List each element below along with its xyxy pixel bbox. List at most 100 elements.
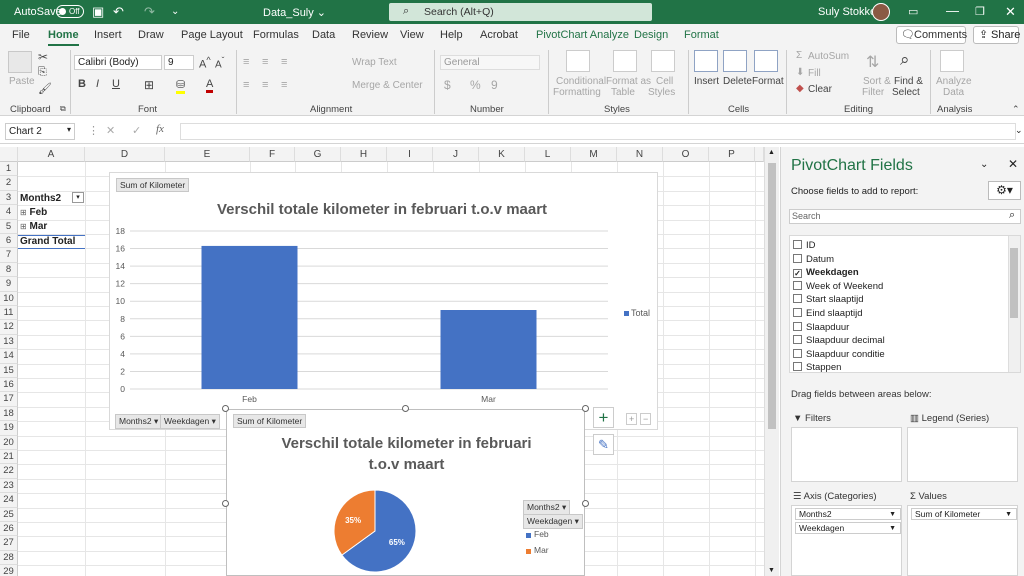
row-header[interactable]: 4: [0, 205, 18, 220]
customize-qat-icon[interactable]: ⌄: [171, 6, 179, 17]
row-header[interactable]: 26: [0, 522, 18, 537]
row-header[interactable]: 9: [0, 277, 18, 292]
italic-icon[interactable]: I: [96, 78, 99, 90]
format-cells-icon[interactable]: [754, 50, 778, 72]
field-item[interactable]: Slaapduur: [793, 321, 849, 335]
column-header[interactable]: E: [165, 147, 250, 162]
cell-months2[interactable]: Months2: [20, 192, 61, 205]
fill-color-icon[interactable]: ⛁: [176, 78, 186, 94]
conditional-formatting-button[interactable]: Conditional: [556, 76, 606, 87]
autosum-icon[interactable]: Σ: [796, 50, 802, 61]
collapse-field-icon[interactable]: −: [640, 413, 652, 425]
field-item[interactable]: Eind slaaptijd: [793, 307, 863, 321]
checkbox[interactable]: [793, 335, 802, 345]
column-header[interactable]: M: [571, 147, 617, 162]
scroll-down-icon[interactable]: ▼: [768, 567, 775, 574]
name-box-dropdown-icon[interactable]: ▾: [67, 125, 71, 134]
paste-button[interactable]: Paste: [9, 76, 35, 87]
ribbon-display-icon[interactable]: ▭: [908, 5, 918, 18]
row-header[interactable]: 2: [0, 176, 18, 191]
legend-total[interactable]: Total: [631, 308, 650, 318]
number-format-select[interactable]: General: [440, 55, 540, 70]
resize-handle[interactable]: [402, 405, 409, 412]
expand-formula-icon[interactable]: ⌄: [1015, 125, 1023, 136]
dropdown-icon[interactable]: ▼: [889, 509, 896, 520]
months2-legend-button[interactable]: Months2 ▾: [523, 500, 571, 515]
row-header[interactable]: 10: [0, 291, 18, 306]
row-header[interactable]: 17: [0, 392, 18, 407]
checkbox[interactable]: [793, 321, 802, 331]
tab-insert[interactable]: Insert: [94, 29, 122, 41]
undo-icon[interactable]: ↶: [113, 4, 124, 20]
tab-format[interactable]: Format: [684, 29, 719, 41]
field-search-input[interactable]: Search ⌕: [789, 209, 1021, 224]
tab-draw[interactable]: Draw: [138, 29, 164, 41]
value-item-sum-of-kilometer[interactable]: Sum of Kilometer ▼: [911, 508, 1017, 520]
analyze-data-button[interactable]: Analyze: [936, 76, 972, 87]
insert-cells-icon[interactable]: [694, 50, 718, 72]
row-header[interactable]: 27: [0, 536, 18, 551]
legend-drop-area[interactable]: [907, 427, 1018, 482]
find-select-icon[interactable]: ⌕: [900, 50, 910, 70]
align-right-icon[interactable]: ≡: [281, 79, 287, 91]
row-header[interactable]: 6: [0, 234, 18, 249]
resize-handle[interactable]: [222, 405, 229, 412]
column-header[interactable]: H: [341, 147, 387, 162]
font-color-icon[interactable]: A: [206, 78, 214, 93]
merge-center-button[interactable]: Merge & Center: [352, 80, 423, 91]
insert-function-icon[interactable]: fx: [156, 123, 164, 135]
row-header[interactable]: 25: [0, 507, 18, 522]
comments-button[interactable]: 🗨 Comments: [896, 26, 967, 44]
row-header[interactable]: 22: [0, 464, 18, 479]
format-as-table-button[interactable]: Format as: [606, 76, 651, 87]
align-middle-icon[interactable]: ≡: [262, 56, 268, 68]
delete-cells-icon[interactable]: [723, 50, 747, 72]
tab-review[interactable]: Review: [352, 29, 388, 41]
months2-filter-button[interactable]: Months2 ▾: [115, 414, 163, 429]
row-header[interactable]: 15: [0, 363, 18, 378]
vertical-scrollbar[interactable]: ▲ ▼: [764, 147, 779, 576]
dropdown-icon[interactable]: ▼: [1005, 509, 1012, 520]
tab-home[interactable]: Home: [48, 29, 79, 46]
bar-feb[interactable]: [201, 245, 298, 389]
checkbox[interactable]: [793, 348, 802, 358]
close-icon[interactable]: ✕: [1005, 4, 1016, 20]
cancel-icon[interactable]: ✕: [106, 124, 115, 137]
cell-mar[interactable]: ⊞ Mar: [20, 220, 47, 233]
checkbox[interactable]: [793, 280, 802, 290]
weekdagen-legend-button[interactable]: Weekdagen ▾: [523, 514, 583, 529]
column-header[interactable]: N: [617, 147, 663, 162]
save-icon[interactable]: ▣: [92, 4, 104, 20]
cell-feb[interactable]: ⊞ Feb: [20, 206, 47, 219]
worksheet-grid[interactable]: A D E F G H I J K L M N O P 29 28 27 26 25 24…: [0, 147, 764, 576]
row-header[interactable]: 28: [0, 550, 18, 566]
pane-close-icon[interactable]: ✕: [1008, 157, 1018, 171]
align-top-icon[interactable]: ≡: [243, 56, 249, 68]
axis-item-weekdagen[interactable]: Weekdagen ▼: [795, 522, 901, 534]
row-header[interactable]: 1: [0, 162, 18, 177]
column-header[interactable]: [755, 147, 764, 162]
pane-options-icon[interactable]: ⌄: [980, 159, 988, 170]
cell-grand-total[interactable]: Grand Total: [20, 235, 75, 248]
resize-handle[interactable]: [222, 500, 229, 507]
currency-icon[interactable]: $: [444, 78, 451, 92]
formula-input[interactable]: [180, 123, 1016, 140]
scroll-up-icon[interactable]: ▲: [768, 149, 775, 156]
format-cells-button[interactable]: Format: [752, 76, 784, 87]
tab-file[interactable]: File: [12, 29, 30, 41]
align-left-icon[interactable]: ≡: [243, 79, 249, 91]
cell-styles-icon[interactable]: [651, 50, 675, 72]
legend-feb[interactable]: Feb: [534, 529, 549, 539]
row-header[interactable]: 7: [0, 248, 18, 263]
row-header[interactable]: 16: [0, 378, 18, 393]
column-header[interactable]: O: [663, 147, 709, 162]
user-name[interactable]: Suly Stokkel: [818, 6, 879, 18]
expand-field-icon[interactable]: +: [626, 413, 638, 425]
clear-button[interactable]: Clear: [808, 84, 832, 95]
bar-chart[interactable]: Sum of Kilometer Verschil totale kilomet…: [109, 172, 658, 430]
field-item[interactable]: Stappen: [793, 361, 841, 375]
avatar[interactable]: [872, 3, 890, 21]
filter-dropdown-icon[interactable]: ▾: [72, 192, 84, 203]
row-header[interactable]: 23: [0, 478, 18, 494]
autosum-button[interactable]: AutoSum: [808, 51, 849, 62]
